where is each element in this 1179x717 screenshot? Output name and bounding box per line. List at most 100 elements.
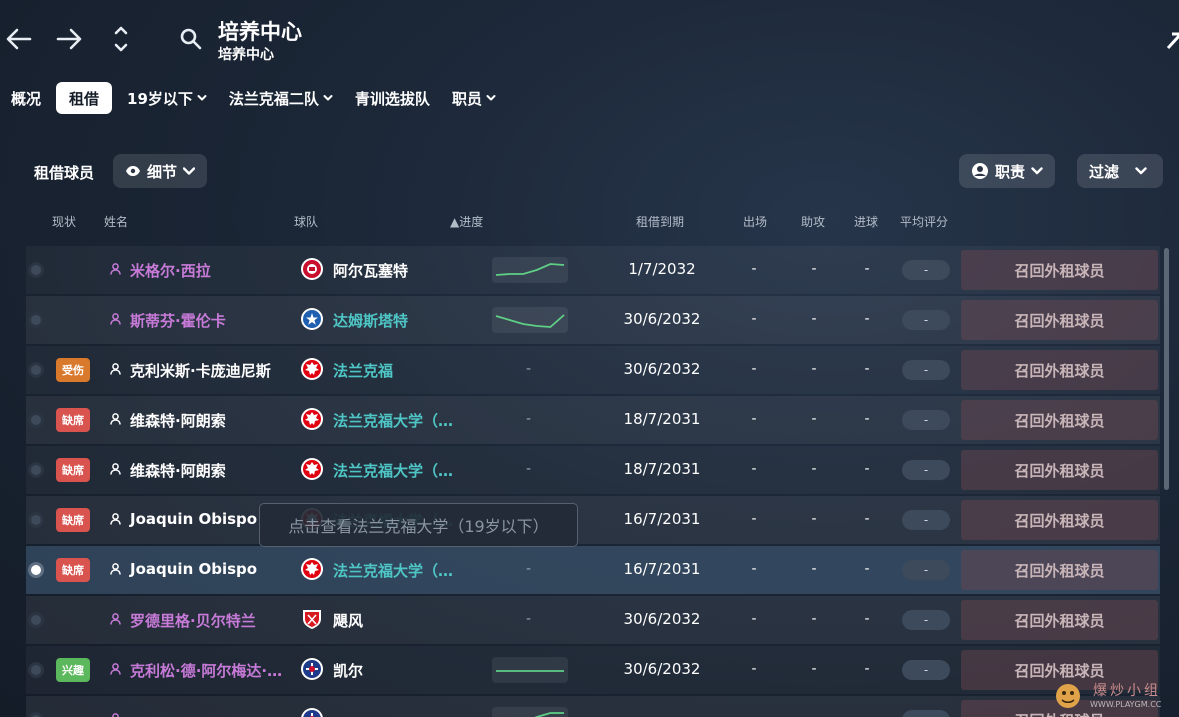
chevron-up-down-icon	[114, 26, 128, 52]
row-select-radio[interactable]	[28, 662, 44, 678]
col-assists[interactable]: 助攻	[801, 213, 825, 230]
recall-button[interactable]: 召回外租球员	[961, 400, 1158, 440]
avg-rating-pill: -	[902, 560, 950, 580]
stat-apps: -	[751, 511, 757, 527]
recall-button[interactable]: 召回外租球员	[961, 300, 1158, 340]
col-avg-rating[interactable]: 平均评分	[900, 213, 948, 230]
col-progress[interactable]: ▲进度	[450, 213, 483, 230]
row-select-radio[interactable]	[28, 462, 44, 478]
col-status[interactable]: 现状	[52, 213, 76, 230]
player-row[interactable]: 兴趣 克利松·德·阿尔梅达·… 凯尔 30/6/2032- - - - 召回外租球员	[26, 646, 1160, 694]
role-dropdown[interactable]: 职责	[959, 154, 1056, 188]
loan-end-date: 16/7/2031	[623, 560, 701, 578]
status-badge: 兴趣	[56, 658, 90, 682]
player-row[interactable]: 罗德里格·贝尔特兰 飓风 -30/6/2032- - - - 召回外租球员	[26, 596, 1160, 644]
stat-goals: -	[864, 411, 870, 427]
row-select-radio[interactable]	[28, 562, 44, 578]
tab-3[interactable]: 法兰克福二队	[218, 82, 344, 114]
club-name[interactable]: 飓风	[333, 610, 363, 631]
search-button[interactable]	[174, 22, 208, 56]
scrollbar[interactable]	[1164, 248, 1169, 490]
player-row[interactable]: 米格尔·西拉 阿尔瓦塞特 1/7/2032- - - - 召回外租球员	[26, 246, 1160, 294]
tool-icon[interactable]	[1166, 28, 1179, 52]
tab-1[interactable]: 租借	[56, 82, 113, 114]
col-apps[interactable]: 出场	[743, 213, 767, 230]
player-name[interactable]: Joaquin Obispo	[130, 510, 257, 528]
player-name[interactable]: Joaquin Obispo	[130, 560, 257, 578]
person-icon	[110, 563, 121, 575]
club-crest-icon	[300, 707, 324, 717]
stat-goals: -	[864, 361, 870, 377]
view-dropdown[interactable]: 细节	[113, 154, 208, 188]
person-icon	[110, 363, 121, 375]
club-crest-icon	[300, 657, 324, 681]
col-loan-end[interactable]: 租借到期	[636, 213, 684, 230]
club-name[interactable]: 达姆斯塔特	[333, 310, 408, 331]
player-row[interactable]: 缺席 维森特·阿朗索 法兰克福大学（… -18/7/2031- - - - 召回外租球员	[26, 396, 1160, 444]
tab-0[interactable]: 概况	[0, 82, 52, 114]
row-select-radio[interactable]	[28, 512, 44, 528]
player-row[interactable]: 受伤 克利米斯·卡庞迪尼斯 法兰克福 -30/6/2032- - - - 召回外租球员	[26, 346, 1160, 394]
forward-button[interactable]	[52, 22, 86, 56]
player-name[interactable]: 克利松·德·阿尔梅达·…	[130, 660, 282, 681]
stat-goals: -	[864, 511, 870, 527]
person-icon	[110, 313, 121, 325]
arrow-right-icon	[56, 28, 82, 50]
player-name[interactable]: 米格尔·西拉	[130, 260, 211, 281]
stat-goals: -	[864, 261, 870, 277]
up-down-button[interactable]	[104, 22, 138, 56]
player-name[interactable]: 斯蒂芬·霍伦卡	[130, 310, 226, 331]
club-name[interactable]: 凯尔	[333, 660, 363, 681]
stat-assists: -	[811, 261, 817, 277]
player-name[interactable]: 维森特·阿朗索	[130, 460, 226, 481]
loan-end-date: 18/7/2031	[623, 460, 701, 478]
col-club[interactable]: 球队	[294, 213, 318, 230]
row-select-radio[interactable]	[28, 612, 44, 628]
col-goals[interactable]: 进球	[854, 213, 878, 230]
row-select-radio[interactable]	[28, 412, 44, 428]
back-button[interactable]	[2, 22, 36, 56]
recall-button[interactable]: 召回外租球员	[961, 600, 1158, 640]
player-row[interactable]: 缺席Joaquin Obispo法兰克福大学（…-16/7/2031----召回…	[26, 496, 1160, 544]
filter-dropdown[interactable]: 过滤	[1077, 154, 1163, 188]
row-select-radio[interactable]	[28, 362, 44, 378]
player-name[interactable]: 维森特·阿朗索	[130, 410, 226, 431]
player-row[interactable]: ----召回外租球员	[26, 696, 1160, 717]
row-select-radio[interactable]	[28, 312, 44, 328]
loan-end-date: 16/7/2031	[623, 510, 701, 528]
club-name[interactable]: 法兰克福大学（…	[333, 410, 453, 431]
tab-5[interactable]: 职员	[441, 82, 507, 114]
player-name[interactable]: 克利米斯·卡庞迪尼斯	[130, 360, 271, 381]
club-crest-icon	[300, 407, 324, 431]
progress-empty: -	[526, 461, 532, 477]
staff-icon	[972, 163, 988, 179]
tab-4[interactable]: 青训选拔队	[344, 82, 441, 114]
recall-button[interactable]: 召回外租球员	[961, 500, 1158, 540]
stat-apps: -	[751, 361, 757, 377]
club-name[interactable]: 法兰克福大学（…	[333, 560, 453, 581]
row-select-radio[interactable]	[28, 262, 44, 278]
player-row[interactable]: 缺席Joaquin Obispo法兰克福大学（…-16/7/2031----召回…	[26, 546, 1160, 594]
col-name[interactable]: 姓名	[104, 213, 128, 230]
club-name[interactable]: 阿尔瓦塞特	[333, 260, 408, 281]
club-name[interactable]: 法兰克福大学（…	[333, 460, 453, 481]
eye-icon	[126, 166, 140, 176]
tab-2[interactable]: 19岁以下	[116, 82, 218, 114]
player-row[interactable]: 缺席 维森特·阿朗索 法兰克福大学（… -18/7/2031- - - - 召回外租球员	[26, 446, 1160, 494]
recall-button[interactable]: 召回外租球员	[961, 450, 1158, 490]
player-row[interactable]: 斯蒂芬·霍伦卡 达姆斯塔特 30/6/2032- - - - 召回外租球员	[26, 296, 1160, 344]
avg-rating-pill: -	[902, 660, 950, 680]
status-badge: 缺席	[56, 508, 90, 532]
recall-button[interactable]: 召回外租球员	[961, 550, 1158, 590]
tab-label: 职员	[451, 89, 482, 108]
club-name[interactable]: 法兰克福	[333, 360, 393, 381]
stat-goals: -	[864, 461, 870, 477]
recall-button[interactable]: 召回外租球员	[961, 250, 1158, 290]
person-icon	[110, 613, 121, 625]
progress-sparkline	[492, 707, 568, 717]
row-select-radio[interactable]	[28, 712, 44, 717]
avg-rating-pill: -	[902, 710, 950, 717]
tab-label: 法兰克福二队	[228, 89, 319, 108]
player-name[interactable]: 罗德里格·贝尔特兰	[130, 610, 256, 631]
recall-button[interactable]: 召回外租球员	[961, 350, 1158, 390]
